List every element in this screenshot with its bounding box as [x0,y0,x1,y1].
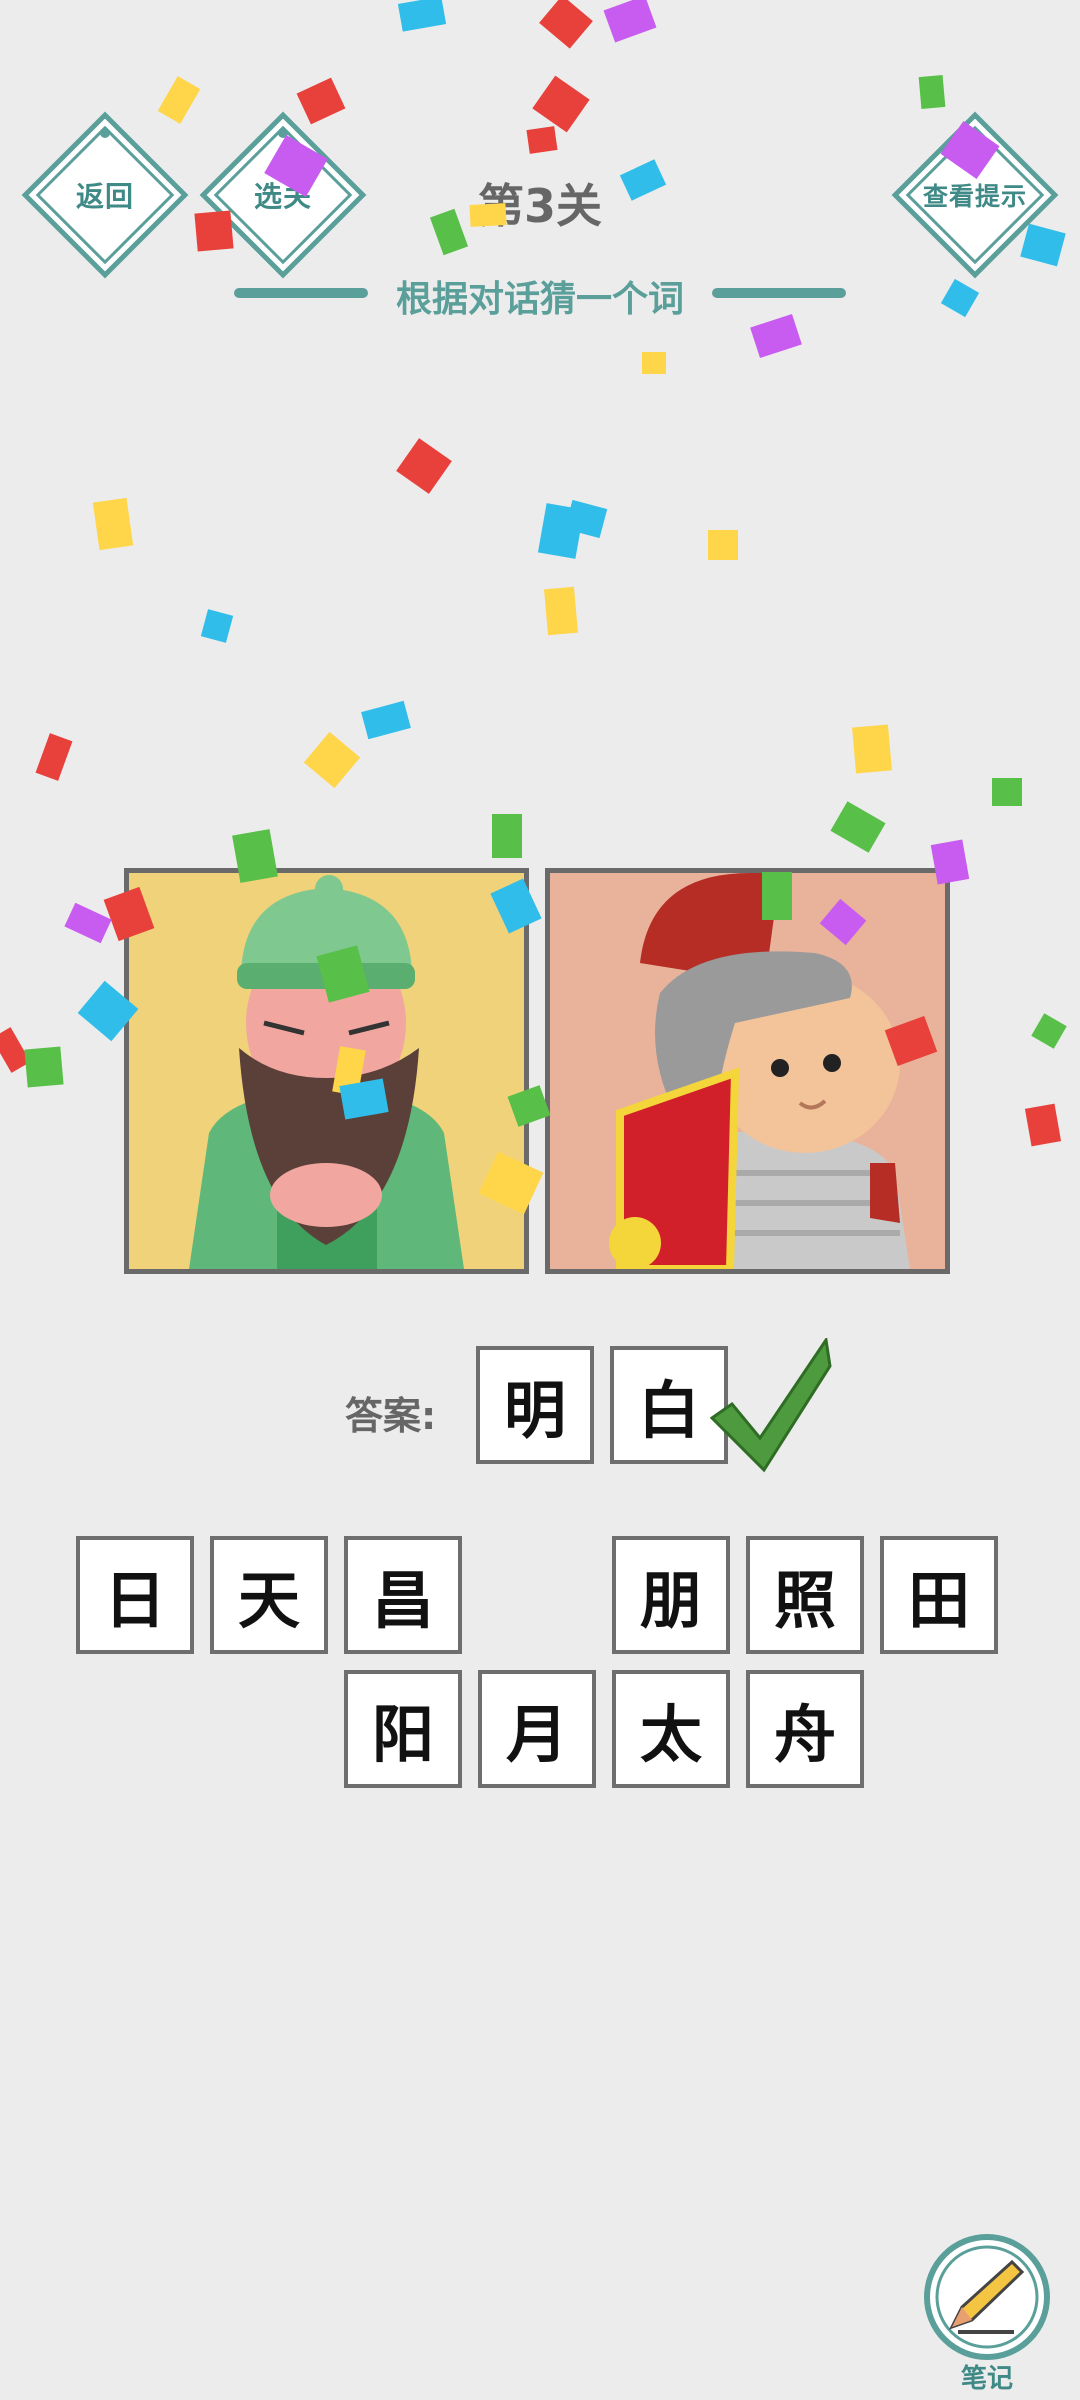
answer-label: 答案: [345,1394,437,1438]
answer-slot-1[interactable]: 明 [476,1346,594,1464]
confetti-piece [397,0,447,32]
confetti-piece [537,503,585,559]
confetti-piece [361,700,411,740]
confetti-piece [64,902,112,944]
confetti-piece [564,499,608,539]
confetti-piece [92,497,134,551]
confetti-piece [544,586,578,636]
confetti-piece [532,75,590,133]
choice-tile[interactable]: 照 [746,1536,864,1654]
portrait-bearded-general [124,868,529,1274]
confetti-piece [303,731,361,789]
choice-tile[interactable]: 阳 [344,1670,462,1788]
level-title: 第3关 [477,179,602,233]
confetti-piece [940,278,980,318]
notes-button[interactable] [922,2232,1052,2362]
choice-tile[interactable]: 舟 [746,1670,864,1788]
choice-tile[interactable]: 昌 [344,1536,462,1654]
choice-tile[interactable]: 月 [478,1670,596,1788]
pencil-icon [924,2234,1050,2360]
confetti-piece [526,126,558,154]
confetti-piece [918,75,946,109]
confetti-piece [24,1046,64,1088]
choice-tile[interactable]: 天 [210,1536,328,1654]
portrait-roman-soldier [545,868,950,1274]
confetti-piece [708,530,738,560]
confetti-piece [396,438,452,494]
confetti-piece [830,801,886,853]
choice-tile[interactable]: 田 [880,1536,998,1654]
confetti-piece [992,778,1022,806]
checkmark-icon [709,1338,832,1473]
subtitle-line-right [712,288,846,298]
confetti-piece [200,609,234,643]
confetti-piece [35,733,73,781]
confetti-piece [603,0,657,43]
confetti-piece [1024,1103,1062,1147]
subtitle-row: 根据对话猜一个词 [234,268,846,320]
confetti-piece [642,352,666,374]
notes-label: 笔记 [960,2364,1013,2394]
choice-tile[interactable]: 日 [76,1536,194,1654]
bearded-general-image [189,875,464,1269]
confetti-piece [539,0,593,49]
choice-tile[interactable]: 太 [612,1670,730,1788]
confetti-piece [852,724,892,774]
choice-tile[interactable]: 朋 [612,1536,730,1654]
confetti-piece [492,814,522,858]
confetti-piece [0,1027,31,1073]
confetti-piece [1031,1013,1067,1049]
roman-soldier-image [609,873,910,1269]
